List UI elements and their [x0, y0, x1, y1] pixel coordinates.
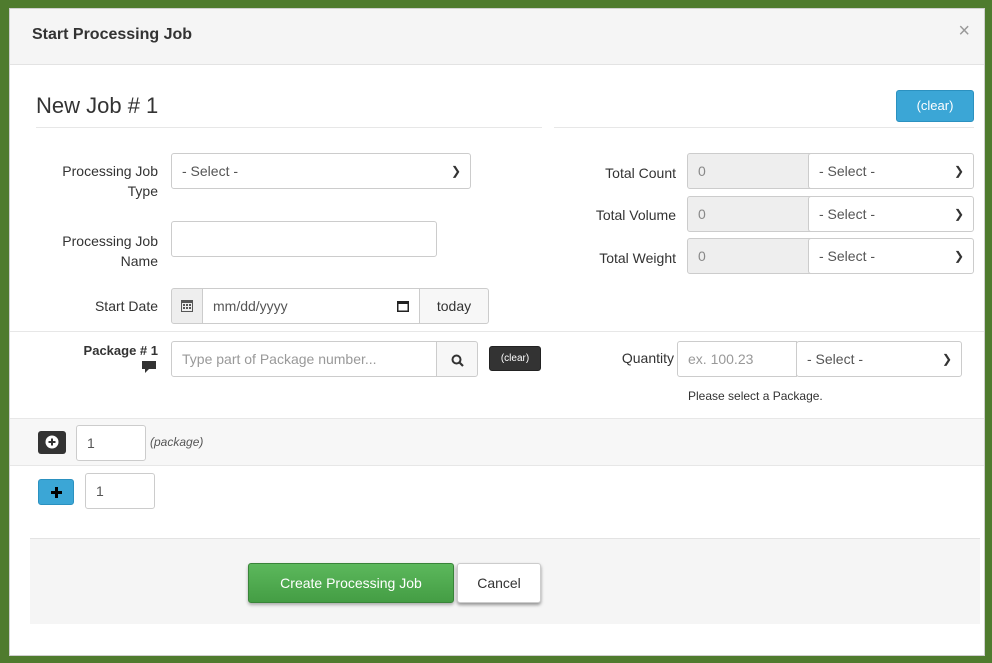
cancel-button[interactable]: Cancel: [457, 563, 541, 603]
clear-job-button[interactable]: (clear): [896, 90, 974, 122]
comment-icon[interactable]: [142, 361, 156, 373]
quantity-input[interactable]: ex. 100.23: [677, 341, 797, 377]
total-weight-label: Total Weight: [599, 250, 676, 266]
package-label: Package # 1: [83, 343, 158, 358]
add-package-hint: (package): [150, 435, 204, 449]
modal-title: Start Processing Job: [32, 26, 193, 43]
add-package-button[interactable]: [38, 431, 66, 454]
start-date-input[interactable]: mm/dd/yyyy: [202, 288, 420, 324]
plus-icon: [50, 487, 62, 499]
divider: [10, 331, 984, 332]
processing-job-type-label: Processing Job Type: [62, 163, 158, 199]
chevron-down-icon: ❯: [941, 352, 952, 366]
calendar-picker-icon[interactable]: [397, 301, 409, 312]
close-icon[interactable]: ×: [958, 21, 970, 41]
divider: [36, 127, 542, 128]
add-job-button[interactable]: [38, 479, 74, 505]
start-processing-job-modal: Start Processing Job × New Job # 1 (clea…: [9, 8, 985, 656]
total-volume-input: 0: [687, 196, 811, 232]
total-count-label: Total Count: [605, 165, 676, 181]
job-title: New Job # 1: [36, 93, 159, 118]
quantity-unit-select[interactable]: - Select - ❯: [796, 341, 962, 377]
today-button[interactable]: today: [419, 288, 489, 324]
quantity-helper-text: Please select a Package.: [688, 389, 823, 403]
package-search-input[interactable]: Type part of Package number...: [171, 341, 437, 377]
calendar-icon: [171, 288, 203, 324]
add-job-count-input[interactable]: 1: [85, 473, 155, 509]
divider: [10, 465, 984, 466]
start-date-label: Start Date: [94, 298, 158, 314]
processing-job-name-label: Processing Job Name: [62, 233, 158, 269]
total-count-unit-select[interactable]: - Select - ❯: [808, 153, 974, 189]
total-weight-unit-select[interactable]: - Select - ❯: [808, 238, 974, 274]
create-processing-job-button[interactable]: Create Processing Job: [248, 563, 454, 603]
total-volume-label: Total Volume: [595, 207, 676, 223]
total-volume-unit-select[interactable]: - Select - ❯: [808, 196, 974, 232]
processing-job-name-input[interactable]: [171, 221, 437, 257]
divider: [554, 127, 974, 128]
processing-job-type-select[interactable]: - Select - ❯: [171, 153, 471, 189]
search-icon: [451, 354, 464, 367]
add-package-count-input[interactable]: 1: [76, 425, 146, 461]
modal-header: Start Processing Job ×: [10, 9, 984, 65]
clear-package-button[interactable]: (clear): [489, 346, 541, 371]
chevron-down-icon: ❯: [953, 164, 964, 178]
total-weight-input: 0: [687, 238, 811, 274]
quantity-label: Quantity: [621, 350, 674, 366]
chevron-down-icon: ❯: [953, 249, 964, 263]
chevron-down-icon: ❯: [450, 164, 461, 178]
total-count-input: 0: [687, 153, 811, 189]
chevron-down-icon: ❯: [953, 207, 964, 221]
package-search-button[interactable]: [436, 341, 478, 377]
plus-circle-icon: [45, 435, 59, 449]
